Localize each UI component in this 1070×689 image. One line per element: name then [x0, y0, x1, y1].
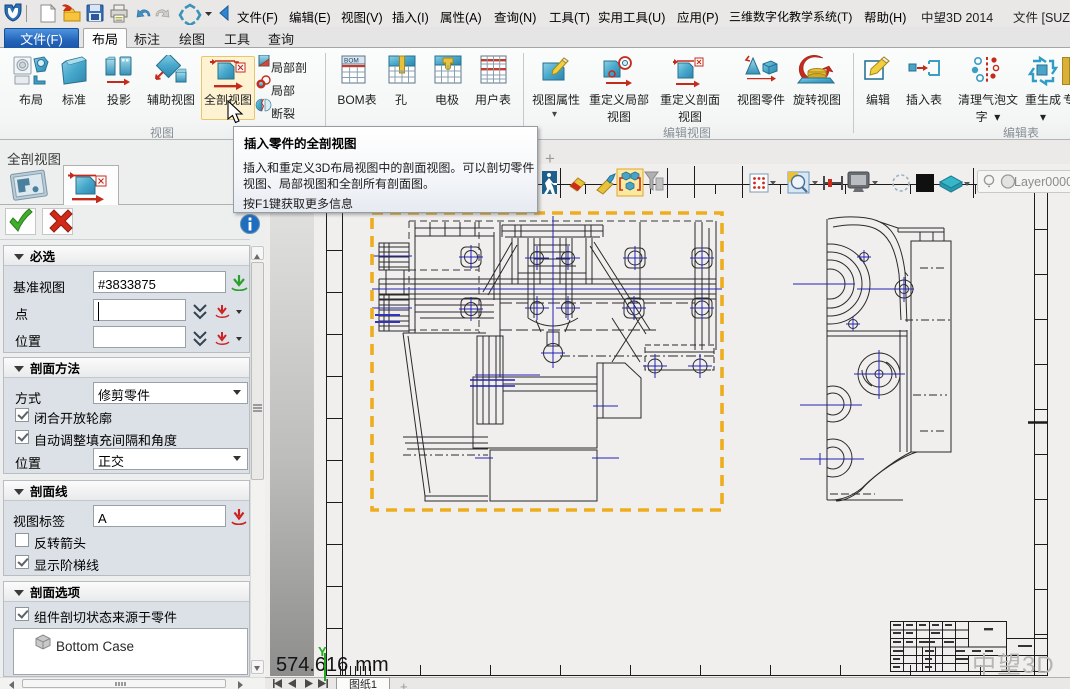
- svg-text:BOM: BOM: [344, 58, 359, 65]
